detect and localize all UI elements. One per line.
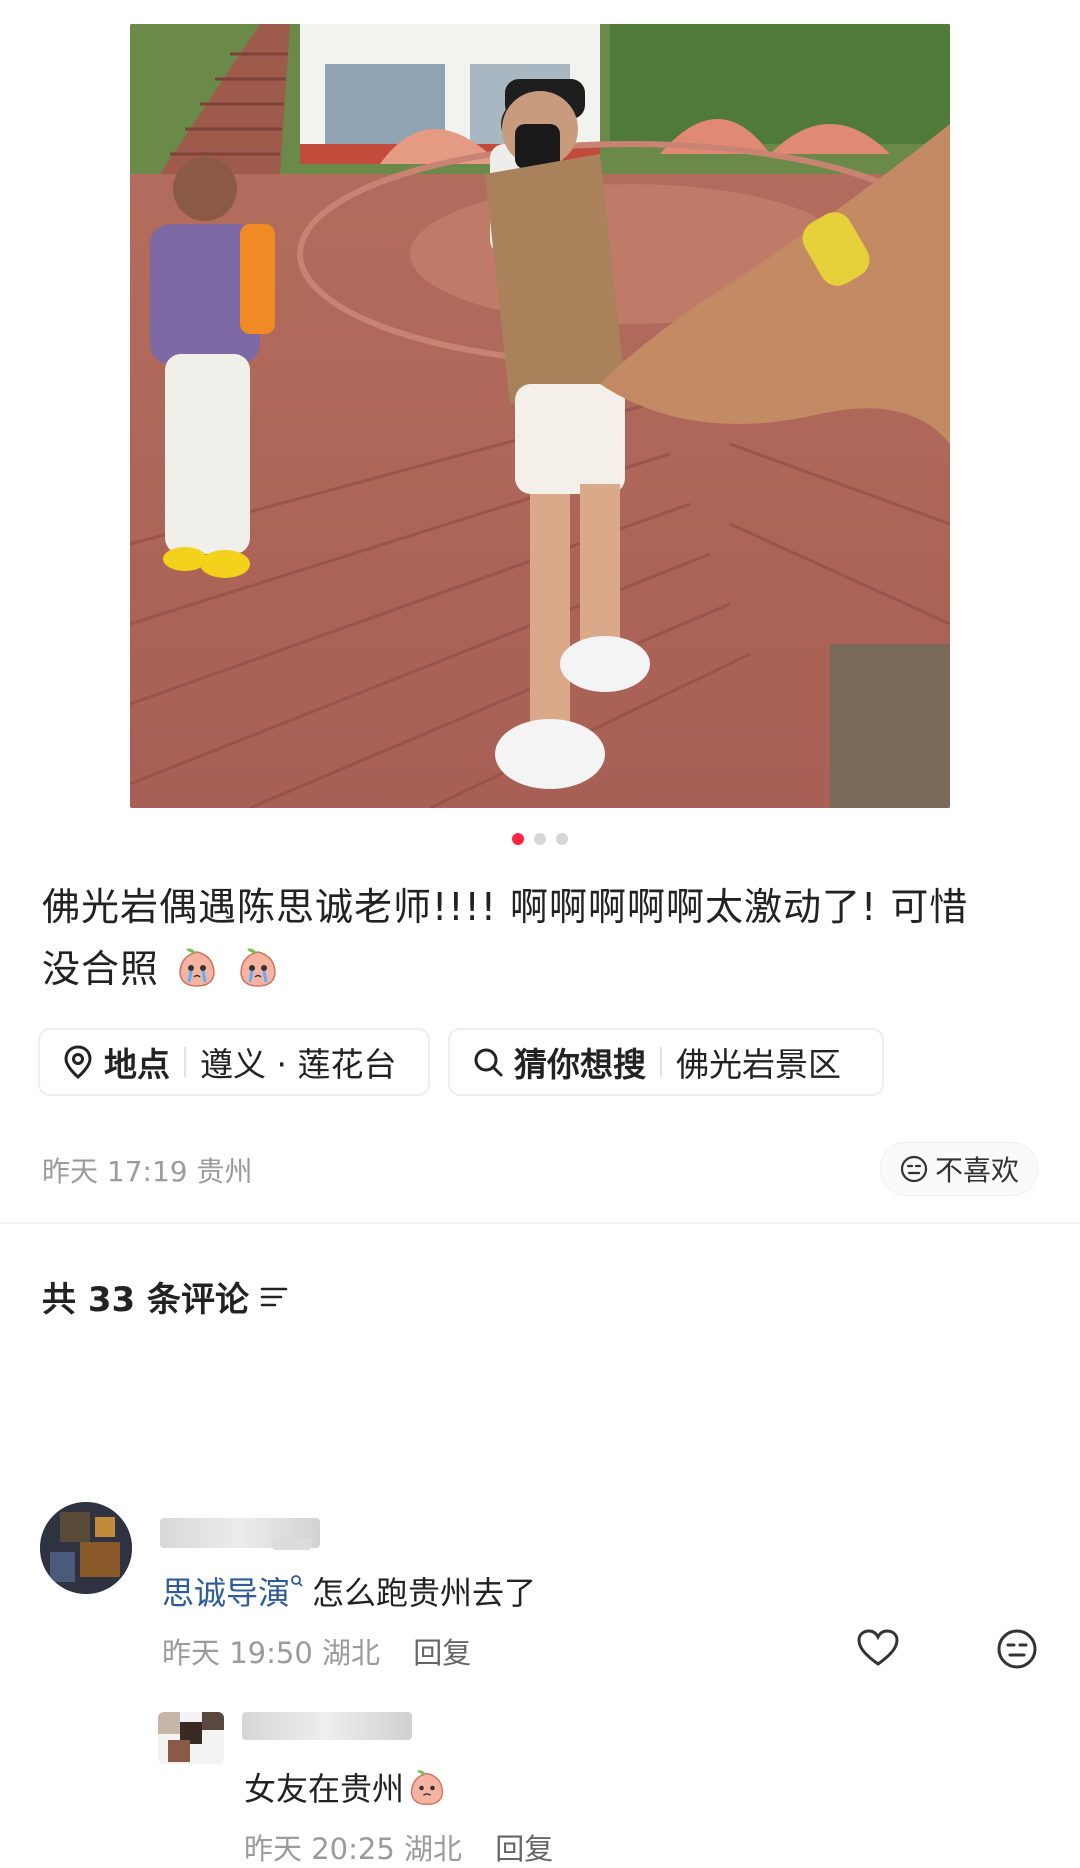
carousel-dot[interactable]: [556, 833, 568, 845]
post-photo[interactable]: [130, 24, 950, 808]
avatar-image: [40, 1502, 132, 1594]
post-body: 佛光岩偶遇陈思诚老师!!!! 啊啊啊啊啊太激动了! 可惜 没合照: [42, 876, 1042, 1000]
peach-emoji-icon: [410, 1770, 444, 1806]
avatar[interactable]: [40, 1502, 132, 1594]
mention-search-icon: [291, 1575, 303, 1587]
location-label: 地点: [104, 1045, 170, 1084]
search-icon: [474, 1048, 503, 1077]
username-blurred-part: [272, 1538, 312, 1550]
crying-peach-emoji-icon: [240, 948, 276, 987]
comment-body: 女友在贵州: [244, 1770, 405, 1808]
post-text-line2: 没合照: [42, 947, 160, 991]
username-blurred[interactable]: [242, 1712, 412, 1740]
post-time: 昨天 17:19: [42, 1155, 188, 1188]
section-divider: [0, 1222, 1080, 1224]
avatar[interactable]: [158, 1712, 224, 1764]
avatar-image: [158, 1712, 224, 1764]
chip-separator: [184, 1047, 186, 1077]
carousel-dot-active[interactable]: [512, 833, 524, 845]
search-suggestion-chip[interactable]: 猜你想搜 佛光岩景区: [448, 1028, 884, 1096]
dislike-label: 不喜欢: [934, 1154, 1019, 1187]
sort-icon[interactable]: [259, 1284, 289, 1310]
comment-place: 湖北: [322, 1636, 381, 1670]
chip-separator: [660, 1047, 662, 1077]
photo-illustration: [130, 24, 950, 808]
location-pin-icon: [64, 1045, 92, 1079]
reply-button[interactable]: 回复: [413, 1636, 471, 1670]
carousel-indicator[interactable]: [0, 833, 1080, 845]
comment-body: 怎么跑贵州去了: [312, 1574, 537, 1612]
comment-time: 昨天 20:25: [244, 1832, 395, 1866]
search-value: 佛光岩景区: [676, 1045, 841, 1084]
mention-link[interactable]: 思诚导演: [162, 1574, 290, 1612]
reply-button[interactable]: 回复: [495, 1832, 553, 1866]
crying-peach-emoji-icon: [179, 948, 215, 987]
search-label: 猜你想搜: [514, 1045, 646, 1084]
comment-time: 昨天 19:50: [162, 1636, 313, 1670]
meh-face-icon[interactable]: [996, 1628, 1038, 1670]
location-chip[interactable]: 地点 遵义 · 莲花台: [38, 1028, 430, 1096]
heart-icon[interactable]: [856, 1628, 900, 1668]
comment-text: 思诚导演 怎么跑贵州去了: [162, 1568, 536, 1614]
comment-text: 女友在贵州: [244, 1764, 448, 1810]
meh-face-icon: [900, 1155, 928, 1183]
comment-place: 湖北: [404, 1832, 463, 1866]
post-meta: 昨天 17:19 贵州: [42, 1150, 253, 1190]
post-place: 贵州: [196, 1155, 253, 1188]
comment-count-text: 共 33 条评论: [42, 1280, 249, 1320]
dislike-button[interactable]: 不喜欢: [879, 1142, 1038, 1196]
comment-count-header[interactable]: 共 33 条评论: [42, 1272, 289, 1321]
location-value: 遵义 · 莲花台: [200, 1045, 397, 1084]
post-text-line1: 佛光岩偶遇陈思诚老师!!!! 啊啊啊啊啊太激动了! 可惜: [42, 885, 969, 929]
carousel-dot[interactable]: [534, 833, 546, 845]
comment-meta: 昨天 19:50 湖北 回复: [162, 1630, 471, 1672]
